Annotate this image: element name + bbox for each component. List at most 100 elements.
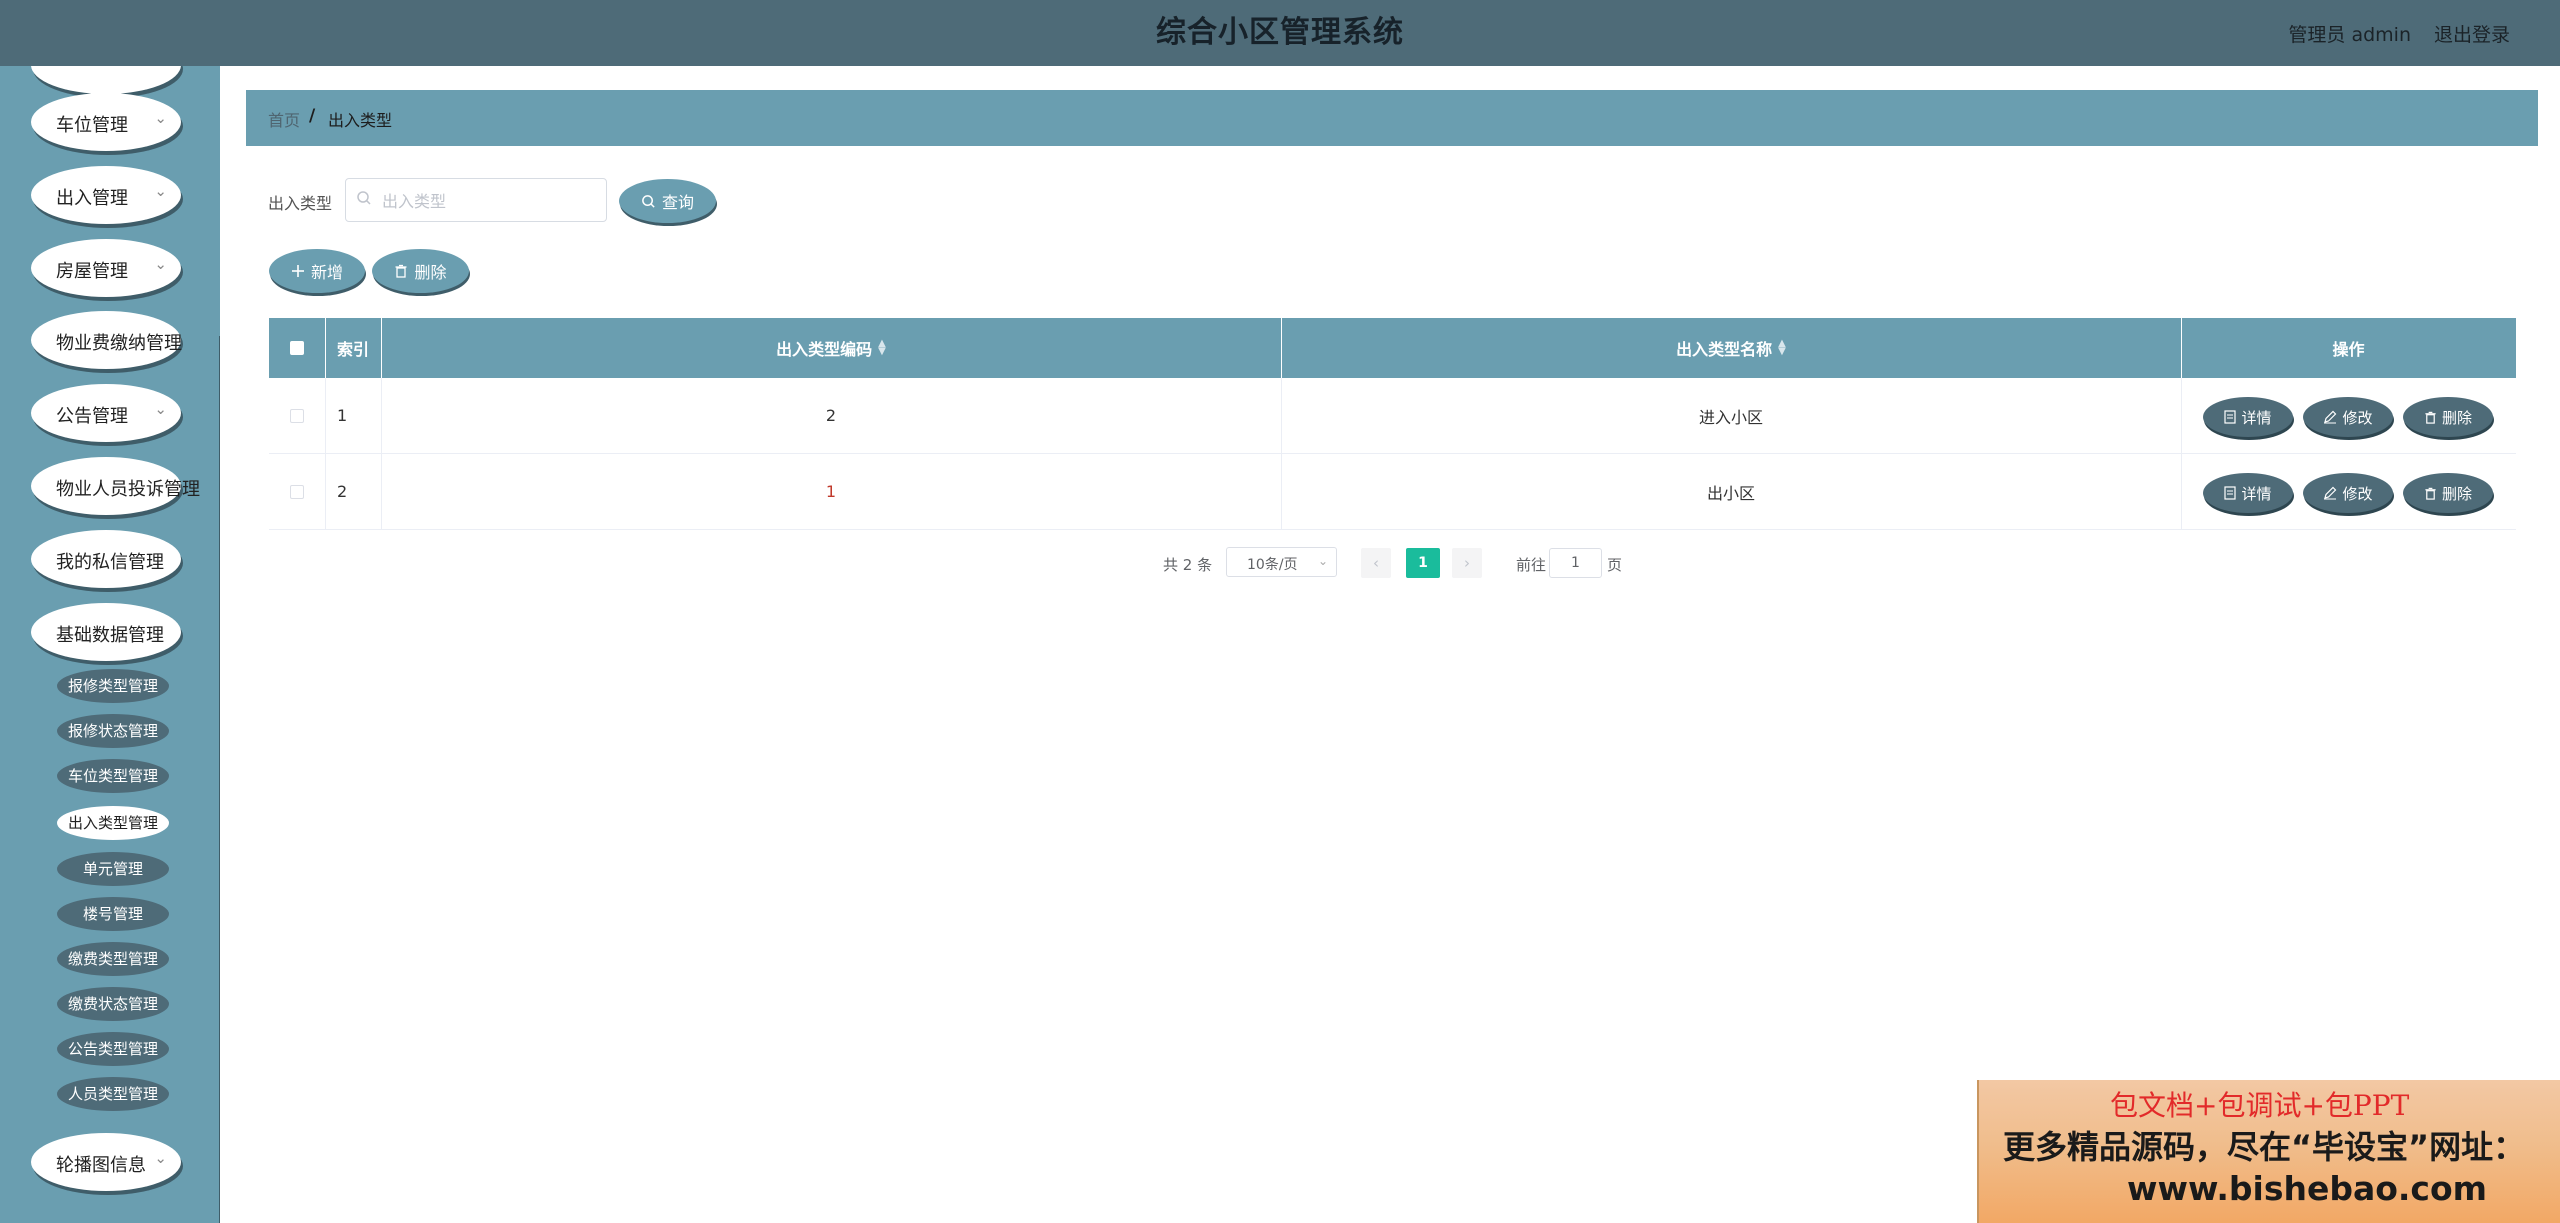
query-button-label: 查询: [661, 193, 694, 212]
cell-code: 1: [825, 482, 837, 501]
submenu-unit[interactable]: 单元管理: [57, 852, 169, 886]
detail-label: 详情: [2241, 484, 2272, 503]
sidebar: 车位管理 ⌄ 出入管理 ⌄ 房屋管理 ⌄ 物业费缴纳管理 公告管理 ⌄ 物业人员…: [0, 66, 220, 1223]
page-number-current[interactable]: 1: [1406, 548, 1440, 578]
column-header-label: 出入类型编码: [776, 340, 873, 359]
chevron-down-icon: ⌄: [154, 400, 167, 418]
chevron-right-icon: ›: [1464, 554, 1470, 572]
bulk-delete-button[interactable]: 删除: [372, 249, 469, 293]
app-title: 综合小区管理系统: [1156, 15, 1404, 50]
submenu-building[interactable]: 楼号管理: [57, 897, 169, 931]
sidebar-item-carousel[interactable]: 轮播图信息 ⌄: [31, 1133, 181, 1191]
delete-button[interactable]: 删除: [2403, 473, 2493, 513]
submenu-staff-type[interactable]: 人员类型管理: [57, 1077, 169, 1111]
sidebar-item-label: 我的私信管理: [56, 552, 164, 573]
submenu-repair-status[interactable]: 报修状态管理: [57, 714, 169, 748]
page-size-select[interactable]: 10条/页 ⌄: [1226, 547, 1337, 577]
delete-button[interactable]: 删除: [2403, 397, 2493, 437]
sidebar-item-access[interactable]: 出入管理 ⌄: [31, 166, 181, 224]
trash-icon: [2425, 411, 2436, 424]
promo-line-1: 包文档+包调试+包PPT: [2110, 1089, 2410, 1122]
sort-icon[interactable]: ▲ ▼: [878, 339, 886, 357]
top-header: 综合小区管理系统 管理员 admin 退出登录: [0, 0, 2560, 66]
submenu-fee-type[interactable]: 缴费类型管理: [57, 942, 169, 976]
sidebar-item-property-fee[interactable]: 物业费缴纳管理: [31, 311, 182, 369]
detail-button[interactable]: 详情: [2203, 473, 2293, 513]
sidebar-item-messages[interactable]: 我的私信管理: [31, 530, 181, 588]
promo-url: www.bishebao.com: [2127, 1169, 2488, 1208]
row-checkbox[interactable]: [290, 484, 304, 499]
submenu-repair-type[interactable]: 报修类型管理: [57, 669, 169, 703]
trash-icon: [2425, 487, 2436, 500]
breadcrumb-current: 出入类型: [328, 111, 393, 130]
pencil-icon: [2324, 410, 2337, 424]
column-header-label: 索引: [336, 340, 369, 359]
current-user: 管理员 admin: [2288, 24, 2411, 46]
delete-label: 删除: [2441, 408, 2472, 427]
bulk-delete-label: 删除: [414, 263, 447, 282]
column-header-code[interactable]: 出入类型编码 ▲ ▼: [381, 318, 1281, 378]
delete-label: 删除: [2441, 484, 2472, 503]
document-icon: [2224, 486, 2237, 500]
cell-name: 出小区: [1706, 483, 1755, 503]
sidebar-item-label: 出入管理: [56, 188, 128, 209]
edit-button[interactable]: 修改: [2303, 397, 2393, 437]
table-row: 2 1 出小区 详情 修改 删除: [269, 454, 2516, 530]
submenu-access-type[interactable]: 出入类型管理: [57, 806, 169, 840]
chevron-down-icon: ⌄: [154, 182, 167, 200]
logout-link[interactable]: 退出登录: [2434, 20, 2510, 47]
edit-label: 修改: [2342, 408, 2373, 427]
submenu-parking-type[interactable]: 车位类型管理: [57, 759, 169, 793]
page-suffix: 页: [1607, 556, 1623, 574]
search-label: 出入类型: [268, 194, 333, 213]
submenu-notice-type[interactable]: 公告类型管理: [57, 1032, 169, 1066]
promo-banner: 包文档+包调试+包PPT 更多精品源码，尽在“毕设宝”网址： www.bishe…: [1977, 1080, 2560, 1223]
promo-line-2: 更多精品源码，尽在“毕设宝”网址：: [2003, 1128, 2526, 1166]
sidebar-item-label: 物业费缴纳管理: [56, 333, 182, 354]
column-header-index: 索引: [325, 318, 381, 378]
cell-index: 1: [337, 406, 348, 425]
sidebar-item-label: 房屋管理: [56, 261, 128, 282]
breadcrumb-home[interactable]: 首页: [268, 107, 300, 131]
breadcrumb-separator: /: [309, 106, 316, 126]
detail-label: 详情: [2241, 408, 2272, 427]
sidebar-item-label: 轮播图信息: [56, 1155, 146, 1176]
sidebar-item-notice[interactable]: 公告管理 ⌄: [31, 384, 181, 442]
submenu-fee-status[interactable]: 缴费状态管理: [57, 987, 169, 1021]
sidebar-item-parking[interactable]: 车位管理 ⌄: [31, 93, 181, 151]
search-field[interactable]: [345, 178, 607, 222]
search-icon: [356, 190, 372, 210]
search-input[interactable]: [380, 188, 604, 214]
row-checkbox[interactable]: [290, 408, 304, 423]
sidebar-item-basic-data[interactable]: 基础数据管理: [31, 603, 181, 661]
add-button-label: 新增: [310, 263, 343, 282]
add-button[interactable]: 新增: [269, 249, 365, 293]
table-header: 索引 出入类型编码 ▲ ▼ 出入类型名称 ▲ ▼ 操作: [269, 318, 2516, 378]
page-size-value: 10条/页: [1247, 557, 1298, 573]
sidebar-scrollbar[interactable]: [219, 336, 220, 1223]
cell-index: 2: [337, 482, 348, 501]
next-page-button[interactable]: ›: [1452, 548, 1482, 578]
chevron-down-icon: ⌄: [1317, 554, 1328, 568]
query-button[interactable]: 查询: [619, 179, 716, 223]
sidebar-item-housing[interactable]: 房屋管理 ⌄: [31, 239, 181, 297]
chevron-down-icon: ⌄: [154, 255, 167, 273]
cell-code: 2: [825, 406, 837, 425]
chevron-left-icon: ‹: [1373, 554, 1379, 572]
prev-page-button[interactable]: ‹: [1361, 548, 1391, 578]
select-all-checkbox[interactable]: [290, 341, 304, 355]
edit-button[interactable]: 修改: [2303, 473, 2393, 513]
detail-button[interactable]: 详情: [2203, 397, 2293, 437]
sidebar-item-label: 物业人员投诉管理: [56, 479, 200, 500]
search-icon: [642, 194, 655, 208]
pagination-total: 共 2 条: [1163, 556, 1213, 574]
sidebar-item-label: 车位管理: [56, 115, 128, 136]
sidebar-item-label: 公告管理: [56, 406, 128, 427]
select-all-cell: [269, 318, 325, 378]
goto-page-input[interactable]: [1549, 548, 1602, 578]
column-header-name[interactable]: 出入类型名称 ▲ ▼: [1281, 318, 2181, 378]
sidebar-item-complaints[interactable]: 物业人员投诉管理: [31, 457, 200, 515]
column-header-label: 操作: [2332, 340, 2365, 359]
sidebar-item-clipped[interactable]: [31, 66, 181, 94]
sort-icon[interactable]: ▲ ▼: [1778, 339, 1786, 357]
